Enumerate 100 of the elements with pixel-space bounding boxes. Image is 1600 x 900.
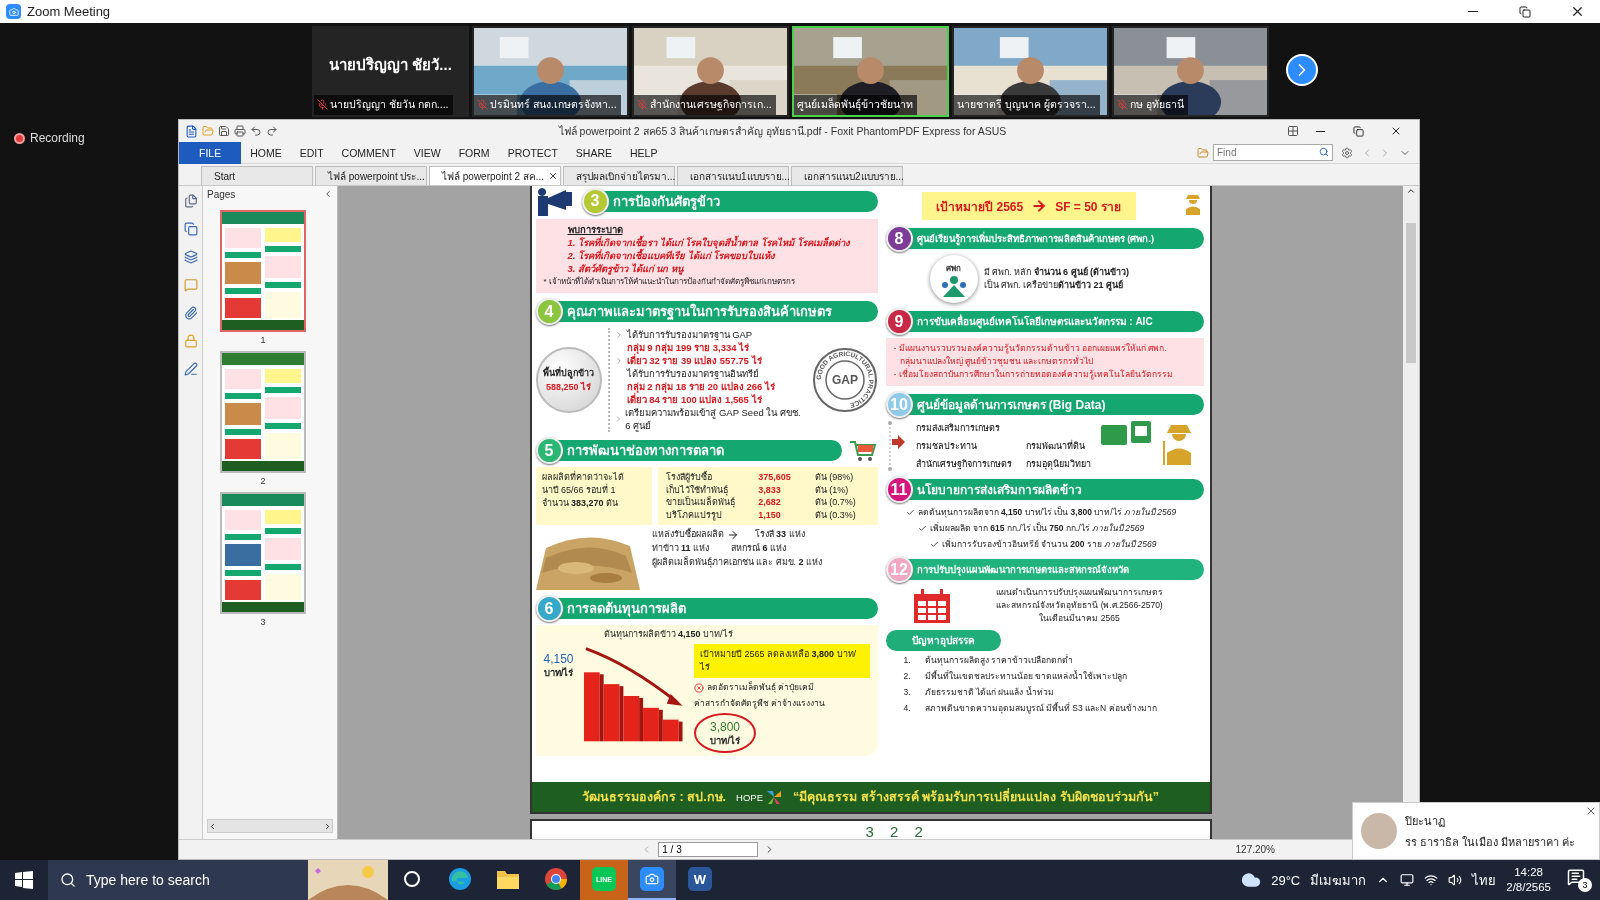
- table-cell-text: ขายเป็นเมล็ดพันธุ์: [665, 496, 736, 509]
- video-tile[interactable]: ปรมินทร์ สนง.เกษตรจังหา...: [472, 26, 629, 117]
- info-line: มีพื้นที่ในเขตชลประทานน้อย ขาดแหล่งน้ำใช้เพาะปลูก: [924, 670, 1127, 683]
- unit-label: บาท/ไร่: [543, 666, 574, 679]
- menu-tab[interactable]: FORM: [449, 141, 499, 164]
- video-tile[interactable]: สำนักงานเศรษฐกิจการเก...: [632, 26, 789, 117]
- menu-tab[interactable]: FILE: [179, 141, 242, 164]
- info-line: - เชื่อมโยงสถาบันการศึกษาในการถ่ายทอดองค์ความรู้เทคโนโลยีนวัตกรรม: [893, 368, 1174, 381]
- number-badge: 4: [535, 298, 563, 325]
- target-text: เป้าหมายปี 2565 ลดลงเหลือ 3,800 บาท/ไร่: [699, 648, 858, 674]
- list-number: 2.: [903, 670, 911, 683]
- section-heading: พบการระบาด: [566, 223, 624, 235]
- search-field[interactable]: Type here to search: [48, 860, 308, 900]
- notification-count: 3: [1578, 878, 1592, 892]
- document-tab[interactable]: ไฟล์ powerpoint 2 สค...: [429, 166, 561, 185]
- number-badge: 8: [885, 225, 913, 252]
- section-title: การขับเคลื่อนศูนย์เทคโนโลยีเกษตรและนวัตกรรม : AIC: [906, 311, 1204, 332]
- info-line: มี ศพก. หลัก จำนวน 6 ศูนย์ (ด้านข้าว): [983, 266, 1130, 279]
- panel-title: Pages: [207, 188, 236, 200]
- info-line: กลุ่มนาแปลงใหญ่ ศูนย์ข้าวชุมชน และเกษตรกรทั่วไป: [898, 355, 1095, 368]
- start-value: 4,150: [543, 652, 574, 666]
- participant-name: ปรมินทร์ สนง.เกษตรจังหา...: [490, 97, 617, 112]
- table-cell-text: บริโภคแปรรูป: [665, 508, 723, 521]
- info-line: ต้นทุนการผลิตข้าว 4,150 บาท/ไร่: [603, 628, 734, 641]
- list-number: 4.: [903, 702, 911, 715]
- video-tile[interactable]: กษ อุทัยธานี: [1112, 26, 1269, 117]
- end-value: 3,800: [709, 719, 740, 734]
- menu-tab[interactable]: SHARE: [566, 141, 621, 164]
- participant-name: นายปริญญา ชัยวั...: [329, 54, 452, 76]
- menu-tab[interactable]: VIEW: [404, 141, 450, 164]
- participant-name: นายชาตรี บุญนาค ผู้ตรวจรา...: [957, 97, 1096, 113]
- info-line: แหล่งรับซื้อผลผลิต: [651, 528, 724, 541]
- agency-name: กรมพัฒนาที่ดิน: [1025, 439, 1086, 453]
- info-line: เพิ่มการรับรองข้าวอินทรีย์ จำนวน 200 ราย ภายในปี 2569: [941, 538, 1157, 551]
- info-line: เป็น ศพก. เครือข่ายด้านข้าว 21 ศูนย์: [983, 279, 1125, 292]
- info-line: ลดอัตราเมล็ดพันธุ์ ค่าปุ๋ยเคมี: [706, 681, 815, 694]
- menu-tab[interactable]: HELP: [621, 141, 667, 164]
- document-tab[interactable]: Start: [201, 166, 313, 185]
- logo-text: ศพก: [946, 262, 961, 275]
- document-tab[interactable]: เอกสารแนบ1แบบราย...: [677, 166, 789, 185]
- number-badge: 5: [535, 437, 563, 464]
- notification-button[interactable]: 3: [1567, 868, 1592, 892]
- participant-name: นายปริญญา ชัยวัน กตก....: [330, 97, 449, 113]
- info-line: ได้รับการรับรองมาตรฐานอินทรีย์: [626, 367, 759, 380]
- page-heading: 3 2 2: [865, 823, 929, 839]
- find-field[interactable]: Find: [1213, 144, 1333, 161]
- section-title: การลดต้นทุนการผลิต: [556, 598, 878, 619]
- menu-tab[interactable]: COMMENT: [332, 141, 405, 164]
- section-title: นโยบายการส่งเสริมการผลิตข้าว: [906, 479, 1204, 500]
- page-number: 2: [260, 476, 266, 486]
- info-line: ท่าข้าว 11 แห่ง: [651, 542, 710, 555]
- info-line: นาปี 65/66 รอบที่ 1: [541, 484, 617, 497]
- info-line: แผนดำเนินการปรับปรุงแผนพัฒนาการเกษตร: [996, 586, 1163, 599]
- input-language[interactable]: ไทย: [1472, 869, 1497, 891]
- agency-name: กรมอุตุนิยมวิทยา: [1025, 458, 1091, 471]
- table-cell-text: โรงสีผู้รับซื้อ: [665, 471, 713, 484]
- info-line: ได้รับการรับรองมาตรฐาน GAP: [626, 328, 753, 341]
- page-number: 3: [260, 617, 266, 627]
- info-line: 3. สัตว์ศัตรูข้าว ได้แก่ นก หนู: [567, 262, 684, 275]
- page-field[interactable]: 1 / 3: [658, 842, 759, 857]
- table-cell-text: เก็บไว้ใช้ทำพันธุ์: [665, 483, 728, 496]
- table-cell-text: ตัน (0.7%): [814, 496, 857, 509]
- participant-name: กษ อุทัยธานี: [1130, 97, 1184, 113]
- target-label: เป้าหมายปี 2565: [936, 198, 1024, 216]
- list-number: 3.: [903, 686, 911, 699]
- table-cell-text: 2,682: [758, 496, 782, 509]
- video-tile[interactable]: นายชาตรี บุญนาค ผู้ตรวจรา...: [952, 26, 1109, 117]
- taskbar-app[interactable]: W: [676, 860, 724, 900]
- info-line: กลุ่ม 9 กลุ่ม 199 ราย 3,334 ไร่: [626, 341, 750, 354]
- menu-tab[interactable]: PROTECT: [498, 141, 567, 164]
- document-tab[interactable]: สรุปผลเบิกจ่ายไตรมา...: [563, 166, 675, 185]
- section-title: คุณภาพและมาตรฐานในการรับรองสินค้าเกษตร: [556, 301, 878, 322]
- info-line: เดี่ยว 32 ราย 39 แปลง 557.75 ไร่: [626, 354, 762, 367]
- document-tab[interactable]: ไฟล์ powerpoint ประ...: [315, 166, 427, 185]
- menu-tab[interactable]: HOME: [241, 141, 291, 164]
- clock[interactable]: 14:28 2/8/2565: [1506, 865, 1551, 895]
- number-badge: 10: [885, 391, 913, 418]
- number-badge: 6: [535, 595, 563, 622]
- info-line: กลุ่ม 2 กลุ่ม 18 ราย 20 แปลง 266 ไร่: [626, 380, 775, 393]
- info-line: ค่าสารกำจัดศัตรูพืช ค่าจ้างแรงงาน: [693, 697, 826, 710]
- table-cell-text: 375,605: [758, 471, 792, 484]
- unit-label: บาท/ไร่: [710, 733, 740, 747]
- temperature: 29°C: [1271, 872, 1301, 888]
- page-number: 1: [260, 335, 266, 345]
- section-title: การปรับปรุงแผนพัฒนาการเกษตรและสหกรณ์จังหวัด: [906, 559, 1204, 580]
- info-line: จำนวน 383,270 ตัน: [541, 497, 620, 510]
- table-cell-text: 3,833: [758, 483, 782, 496]
- sender-name: ปิยะนาฏ: [1405, 813, 1446, 829]
- section-title: การป้องกันศัตรูข้าว: [602, 190, 878, 212]
- document-tab[interactable]: เอกสารแนบ2แบบราย...: [791, 166, 903, 185]
- menu-tab[interactable]: EDIT: [290, 141, 333, 164]
- info-line: และสหกรณ์จังหวัดอุทัยธานี (พ.ศ.2566-2570): [996, 599, 1163, 612]
- target-value: SF = 50 ราย: [1055, 198, 1121, 216]
- info-line: ในเดือนมีนาคม 2565: [1039, 612, 1120, 625]
- table-cell-text: 1,150: [758, 508, 782, 521]
- participant-tile[interactable]: นายปริญญา ชัยวั... นายปริญญา ชัยวัน กตก....: [312, 26, 469, 117]
- video-tile[interactable]: ศูนย์เมล็ดพันธุ์ข้าวชัยนาท: [792, 26, 949, 117]
- info-line: ลดต้นทุนการผลิตจาก 4,150 บาท/ไร่ เป็น 3,800 บาท/ไร่ ภายในปี 2569: [917, 506, 1177, 519]
- brand-text: HOPE: [736, 791, 764, 803]
- info-line: - มีแผนงานรวบรวมองค์ความรู้นวัตกรรมด้านข้าว ออกเผยแพร่ให้แก่ ศพก.: [893, 342, 1168, 355]
